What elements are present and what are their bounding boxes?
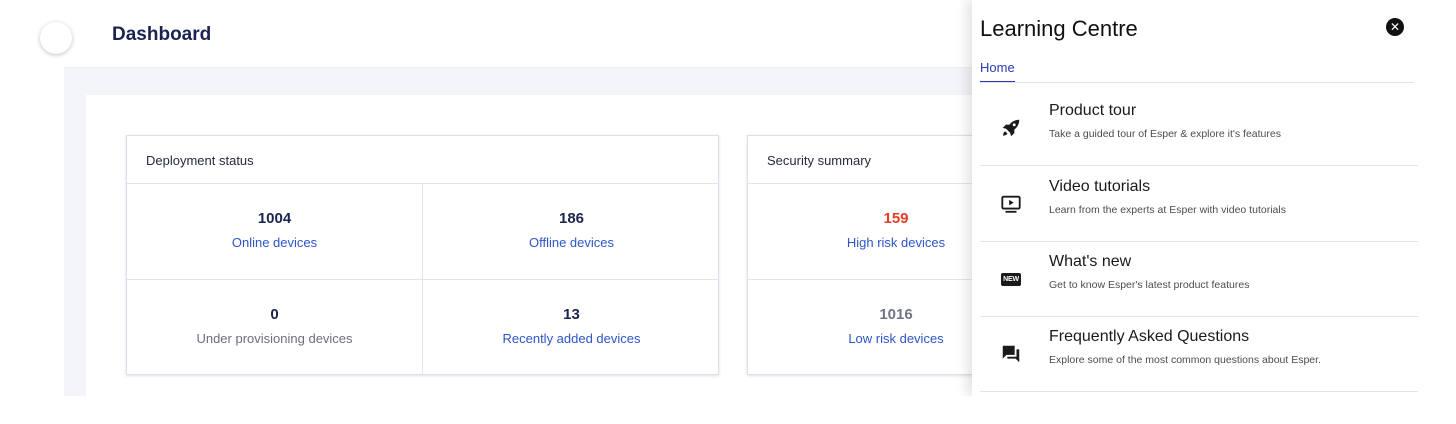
security-summary-title: Security summary xyxy=(767,153,872,168)
learning-item-whats-new[interactable]: NEW What's new Get to know Esper's lates… xyxy=(980,242,1418,317)
deployment-status-card: Deployment status 1004 Online devices 18… xyxy=(126,135,720,376)
tab-home[interactable]: Home xyxy=(980,60,1015,83)
top-header xyxy=(64,0,1064,68)
product-tour-description: Take a guided tour of Esper & explore it… xyxy=(1049,128,1281,140)
learning-item-video-tutorials[interactable]: Video tutorials Learn from the experts a… xyxy=(980,167,1418,242)
whats-new-description: Get to know Esper's latest product featu… xyxy=(1049,279,1250,291)
learning-centre-title: Learning Centre xyxy=(980,16,1138,41)
recently-added-link[interactable]: Recently added devices xyxy=(423,331,720,346)
learning-item-product-tour[interactable]: Product tour Take a guided tour of Esper… xyxy=(980,91,1418,166)
under-provisioning-label: Under provisioning devices xyxy=(196,331,353,346)
new-badge-icon: NEW xyxy=(998,266,1024,292)
video-play-icon xyxy=(998,191,1024,217)
online-devices-link[interactable]: Online devices xyxy=(127,235,422,250)
tab-divider xyxy=(980,82,1414,83)
page-title: Dashboard xyxy=(112,24,212,45)
faq-title: Frequently Asked Questions xyxy=(1049,328,1250,345)
under-provisioning-count: 0 xyxy=(270,306,279,323)
offline-devices-stat[interactable]: 186 Offline devices xyxy=(423,210,720,250)
offline-devices-count: 186 xyxy=(558,210,585,227)
deployment-status-title: Deployment status xyxy=(146,153,254,168)
product-tour-title: Product tour xyxy=(1049,102,1137,119)
learning-item-faq[interactable]: Frequently Asked Questions Explore some … xyxy=(980,317,1418,392)
cell-divider xyxy=(127,279,718,280)
recently-added-stat[interactable]: 13 Recently added devices xyxy=(423,306,720,346)
online-devices-stat[interactable]: 1004 Online devices xyxy=(127,210,422,250)
close-icon[interactable]: ✕ xyxy=(1386,18,1404,36)
chat-icon xyxy=(998,341,1024,367)
offline-devices-link[interactable]: Offline devices xyxy=(423,235,720,250)
new-badge-text: NEW xyxy=(1001,272,1021,286)
content-panel: Deployment status 1004 Online devices 18… xyxy=(86,95,1066,396)
bottom-strip xyxy=(0,396,1456,424)
app: Dashboard Deployment status 1004 Online … xyxy=(0,0,1456,424)
video-tutorials-description: Learn from the experts at Esper with vid… xyxy=(1049,204,1286,216)
under-provisioning-stat: 0 Under provisioning devices xyxy=(127,306,422,346)
faq-description: Explore some of the most common question… xyxy=(1049,354,1321,366)
video-tutorials-title: Video tutorials xyxy=(1049,178,1151,195)
learning-centre-drawer: Learning Centre ✕ Home Product tour Take… xyxy=(972,0,1456,396)
recently-added-count: 13 xyxy=(563,306,580,323)
online-devices-count: 1004 xyxy=(257,210,292,227)
rocket-icon xyxy=(998,115,1024,141)
whats-new-title: What's new xyxy=(1049,253,1132,270)
sidebar-collapse-button[interactable] xyxy=(40,22,72,54)
